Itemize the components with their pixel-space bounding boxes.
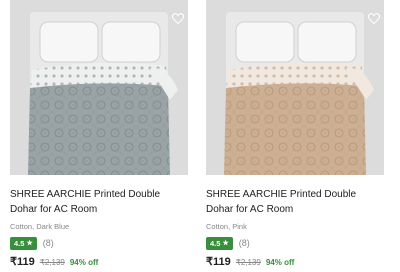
selling-price: ₹119 — [10, 256, 35, 268]
product-grid: SHREE AARCHIE Printed Double Dohar for A… — [0, 0, 400, 272]
product-card[interactable]: SHREE AARCHIE Printed Double Dohar for A… — [10, 0, 200, 272]
bed-dohar-image — [224, 12, 374, 175]
product-title[interactable]: SHREE AARCHIE Printed Double Dohar for A… — [10, 187, 188, 217]
rating-count: (8) — [42, 238, 54, 248]
pillow-left — [235, 21, 295, 63]
heart-outline-icon[interactable] — [366, 10, 382, 26]
discount-label: 94% off — [265, 258, 295, 267]
rating-count: (8) — [238, 238, 250, 248]
rating-row: 4.5 ★ (8) — [206, 236, 396, 250]
pillow-left — [39, 21, 99, 63]
product-image[interactable] — [206, 0, 384, 175]
product-title[interactable]: SHREE AARCHIE Printed Double Dohar for A… — [206, 187, 384, 217]
dohar-body — [224, 83, 366, 175]
product-subtitle: Cotton, Pink — [206, 222, 247, 231]
star-icon: ★ — [26, 240, 33, 247]
rating-value: 4.5 — [210, 238, 221, 248]
product-image[interactable] — [10, 0, 188, 175]
original-price: ₹2,139 — [39, 258, 65, 267]
rating-value: 4.5 — [14, 238, 25, 248]
star-icon: ★ — [222, 240, 229, 247]
product-card[interactable]: SHREE AARCHIE Printed Double Dohar for A… — [206, 0, 396, 272]
heart-outline-icon[interactable] — [170, 10, 186, 26]
bed-dohar-image — [28, 12, 178, 175]
price-row: ₹119 ₹2,139 94% off — [206, 255, 396, 268]
rating-badge: 4.5 ★ — [206, 236, 233, 250]
rating-badge: 4.5 ★ — [10, 236, 37, 250]
pillow-right — [101, 21, 161, 63]
rating-row: 4.5 ★ (8) — [10, 236, 200, 250]
discount-label: 94% off — [69, 258, 99, 267]
dohar-body — [28, 83, 170, 175]
price-row: ₹119 ₹2,139 94% off — [10, 255, 200, 268]
selling-price: ₹119 — [206, 256, 231, 268]
original-price: ₹2,139 — [235, 258, 261, 267]
pillow-right — [297, 21, 357, 63]
product-subtitle: Cotton, Dark Blue — [10, 222, 70, 231]
